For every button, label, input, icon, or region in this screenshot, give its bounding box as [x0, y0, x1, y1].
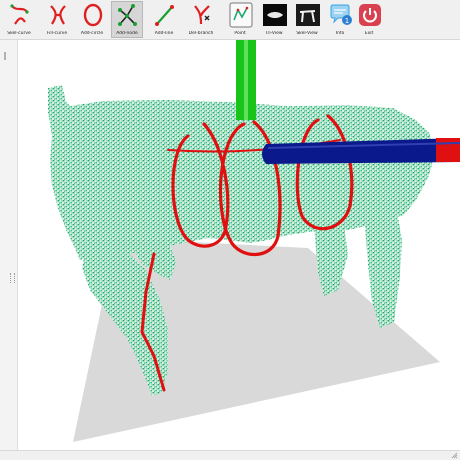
power-icon	[359, 4, 381, 26]
svg-text:1: 1	[345, 17, 349, 25]
circle-icon	[83, 3, 103, 27]
fill-curve-button[interactable]: Fill-curve	[41, 1, 73, 38]
tool-label: Add-line	[154, 31, 174, 36]
delete-branch-button[interactable]: Del-branch	[185, 1, 217, 38]
dark-view-icon	[263, 4, 287, 26]
chat-info-icon: 1	[330, 4, 352, 25]
tool-label: Point	[234, 31, 246, 36]
tool-label: Add-circle	[80, 31, 104, 36]
skeleton-view-icon	[296, 4, 320, 26]
skeleton-view-button[interactable]: Skel-View	[291, 1, 323, 38]
add-circle-button[interactable]: Add-circle	[76, 1, 108, 38]
curve-skeleton-icon	[10, 4, 29, 25]
delete-branch-icon	[194, 5, 210, 25]
tool-label: Del-branch	[188, 31, 214, 36]
skeleton-curve-button[interactable]: Skel-curve	[3, 1, 35, 38]
point-view-button[interactable]: Point	[224, 1, 256, 38]
left-side-panel	[0, 40, 18, 450]
splitter-handle[interactable]	[10, 273, 15, 283]
exit-button[interactable]: Exit	[353, 1, 385, 38]
add-line-button[interactable]: Add-line	[148, 1, 180, 38]
tool-label: Skel-curve	[7, 31, 31, 36]
tool-label: Add-node	[116, 31, 138, 36]
add-node-button[interactable]: Add-node	[111, 1, 143, 38]
status-bar	[0, 450, 460, 460]
toolbar: Skel-curve Fill-curve Add-circle Add-nod…	[0, 0, 460, 40]
point-cloud-scene[interactable]	[18, 40, 460, 450]
line-segment-icon	[155, 5, 174, 26]
point-view-icon	[229, 2, 253, 28]
tri-view-button[interactable]: Tri-View	[258, 1, 290, 38]
branch-curve-icon	[50, 5, 66, 25]
node-graph-icon	[118, 4, 137, 26]
x-axis-tip	[436, 138, 460, 162]
3d-viewport[interactable]	[18, 40, 460, 450]
tool-label: Fill-curve	[46, 31, 68, 36]
y-axis-highlight	[244, 40, 248, 120]
panel-marker	[4, 52, 6, 60]
resize-grip-icon[interactable]	[451, 452, 458, 459]
tool-label: Exit	[364, 31, 374, 36]
